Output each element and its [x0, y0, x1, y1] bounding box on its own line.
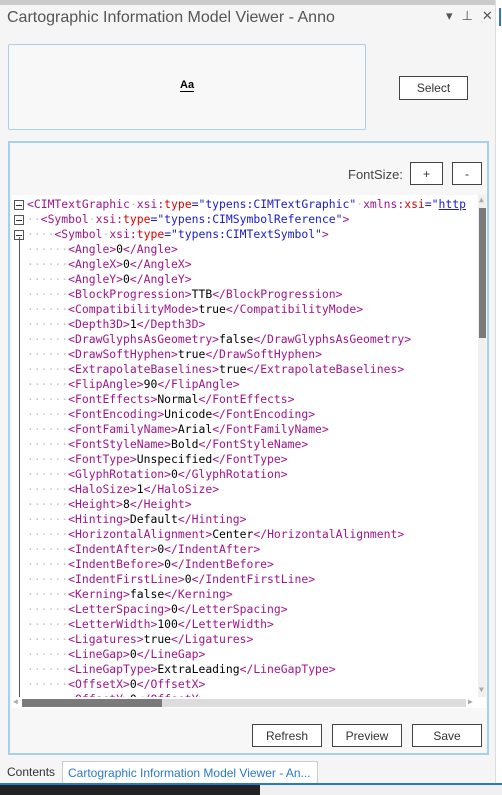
xml-line: ······<LineGapType>ExtraLeading</LineGap…: [27, 662, 336, 676]
xml-line: ······<LetterWidth>100</LetterWidth>: [27, 617, 274, 631]
xml-line: ······<Height>8</Height>: [27, 497, 192, 511]
scroll-right-icon[interactable]: ▶: [468, 697, 473, 706]
save-button[interactable]: Save: [412, 724, 482, 747]
pane-controls: ▾ ⊥ ✕: [446, 8, 493, 24]
font-increase-button[interactable]: +: [410, 162, 443, 185]
xml-line: ······<HorizontalAlignment>Center</Horiz…: [27, 527, 405, 541]
horizontal-scroll-thumb[interactable]: [22, 699, 162, 707]
vertical-scrollbar[interactable]: ▲ ▼: [478, 195, 486, 697]
xml-line: ······<ExtrapolateBaselines>true</Extrap…: [27, 362, 405, 376]
select-button[interactable]: Select: [399, 76, 468, 100]
xml-line: ······<FontType>Unspecified</FontType>: [27, 452, 288, 466]
xml-line: ······<IndentAfter>0</IndentAfter>: [27, 542, 261, 556]
symbol-preview: Aa: [8, 44, 366, 130]
scroll-up-icon[interactable]: ▲: [479, 195, 484, 204]
xml-editor[interactable]: <CIMTextGraphic·xsi:type="typens:CIMText…: [12, 195, 486, 708]
right-edge: [495, 0, 502, 795]
tab-contents[interactable]: Contents: [2, 761, 60, 783]
fontsize-label: FontSize:: [348, 167, 403, 182]
xml-line: ······<FlipAngle>90</FlipAngle>: [27, 377, 240, 391]
xml-line-symbol-ref: ··<Symbol·xsi:type="typens:CIMSymbolRefe…: [27, 212, 350, 226]
xml-line: ······<BlockProgression>TTB</BlockProgre…: [27, 287, 343, 301]
collapse-icon[interactable]: [14, 215, 24, 225]
tree-line: [19, 237, 20, 707]
xml-line: ······<LineGap>0</LineGap>: [27, 647, 206, 661]
font-decrease-button[interactable]: -: [452, 162, 482, 185]
xml-line: ······<IndentBefore>0</IndentBefore>: [27, 557, 274, 571]
preview-sample: Aa: [180, 79, 195, 92]
xml-line-text-symbol: ····<Symbol·xsi:type="typens:CIMTextSymb…: [27, 227, 329, 241]
xml-line: ······<Ligatures>true</Ligatures>: [27, 632, 254, 646]
xml-line: ······<FontEffects>Normal</FontEffects>: [27, 392, 295, 406]
refresh-button[interactable]: Refresh: [252, 724, 322, 747]
xml-line: ······<Depth3D>1</Depth3D>: [27, 317, 206, 331]
collapse-icon[interactable]: [14, 200, 24, 210]
xml-line: ······<FontStyleName>Bold</FontStyleName…: [27, 437, 309, 451]
xml-line: ······<Angle>0</Angle>: [27, 242, 178, 256]
preview-button[interactable]: Preview: [332, 724, 402, 747]
xml-line: ······<DrawSoftHyphen>true</DrawSoftHyph…: [27, 347, 322, 361]
xml-line: ······<LetterSpacing>0</LetterSpacing>: [27, 602, 288, 616]
close-icon[interactable]: ✕: [482, 8, 493, 24]
xml-line: ······<FontEncoding>Unicode</FontEncodin…: [27, 407, 316, 421]
xml-line: ······<CompatibilityMode>true</Compatibi…: [27, 302, 364, 316]
xml-line: ······<OffsetX>0</OffsetX>: [27, 677, 206, 691]
xml-line: ······<IndentFirstLine>0</IndentFirstLin…: [27, 572, 316, 586]
dropdown-icon[interactable]: ▾: [446, 8, 453, 24]
xml-line-root: <CIMTextGraphic·xsi:type="typens:CIMText…: [27, 197, 466, 211]
xml-line: ······<GlyphRotation>0</GlyphRotation>: [27, 467, 288, 481]
xml-line: ······<HaloSize>1</HaloSize>: [27, 482, 220, 496]
xml-panel: FontSize: + - <CIMTextGraphic·xsi:type="…: [8, 141, 489, 755]
pin-icon[interactable]: ⊥: [462, 8, 473, 24]
vertical-scroll-thumb[interactable]: [479, 208, 486, 338]
xml-line: ······<Kerning>false</Kerning>: [27, 587, 233, 601]
pane-title: Cartographic Information Model Viewer - …: [7, 9, 335, 26]
status-strip: [0, 785, 502, 795]
xml-line: ······<AngleY>0</AngleY>: [27, 272, 192, 286]
namespace-link[interactable]: http: [439, 197, 466, 211]
xml-line: ······<AngleX>0</AngleX>: [27, 257, 192, 271]
scroll-left-icon[interactable]: ◀: [13, 697, 18, 706]
horizontal-scrollbar[interactable]: ◀ ▶: [12, 697, 478, 708]
scroll-down-icon[interactable]: ▼: [479, 685, 484, 694]
xml-line: ······<FontFamilyName>Arial</FontFamilyN…: [27, 422, 329, 436]
xml-line: ······<DrawGlyphsAsGeometry>false</DrawG…: [27, 332, 412, 346]
title-bar-edge: [0, 0, 495, 5]
xml-line: ······<Hinting>Default</Hinting>: [27, 512, 247, 526]
pane-tabs: Contents Cartographic Information Model …: [0, 761, 502, 783]
tab-cim-viewer[interactable]: Cartographic Information Model Viewer - …: [62, 761, 318, 783]
